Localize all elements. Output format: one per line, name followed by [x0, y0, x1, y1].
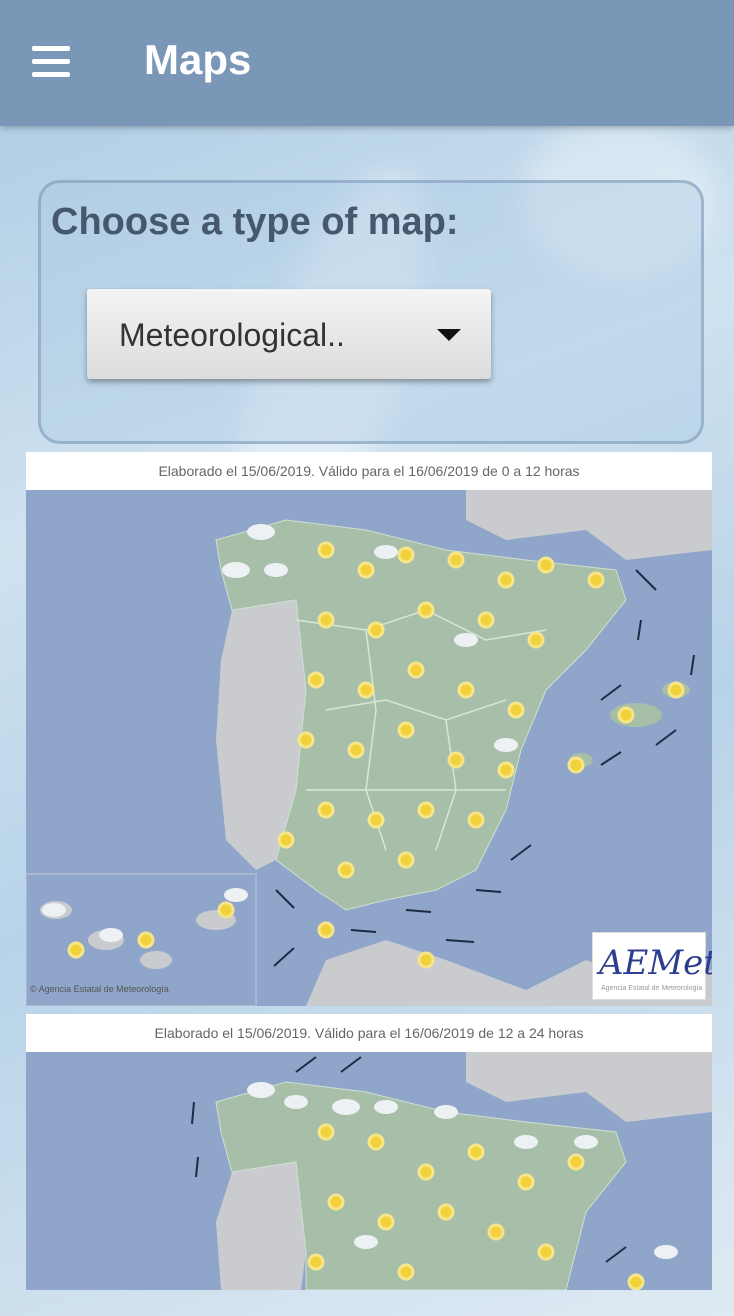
page-title: Maps	[144, 36, 252, 83]
map-caption: Elaborado el 15/06/2019. Válido para el …	[158, 463, 580, 479]
forecast-map-card[interactable]: Elaborado el 15/06/2019. Válido para el …	[26, 452, 712, 1006]
hamburger-menu-icon[interactable]	[28, 40, 76, 84]
map-type-dropdown[interactable]: Meteorological..	[87, 289, 491, 379]
aemet-logo-subtitle: Agencia Estatal de Meteorología	[601, 985, 703, 992]
forecast-map-card[interactable]: Elaborado el 15/06/2019. Válido para el …	[26, 1014, 712, 1290]
forecast-map-image	[26, 1052, 712, 1290]
app-bar: Maps	[0, 0, 734, 126]
aemet-logo: AEMet Agencia Estatal de Meteorología	[592, 932, 712, 1000]
dropdown-selected-value: Meteorological..	[119, 317, 345, 353]
forecast-map-image	[26, 490, 712, 1006]
aemet-logo-text: AEMet	[599, 943, 712, 983]
chooser-label: Choose a type of map:	[51, 201, 459, 243]
triangle-down-icon	[437, 329, 461, 341]
map-copyright: © Agencia Estatal de Meteorología	[30, 984, 169, 994]
map-type-chooser: Choose a type of map: Meteorological..	[38, 180, 704, 444]
map-caption: Elaborado el 15/06/2019. Válido para el …	[154, 1025, 584, 1041]
